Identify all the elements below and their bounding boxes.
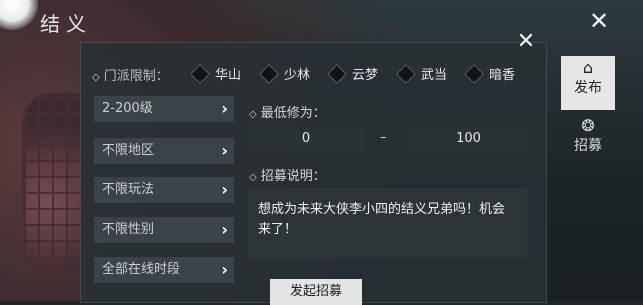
diamond-checkbox-icon [259, 63, 279, 84]
window-lattice-decoration [22, 92, 86, 276]
close-icon[interactable]: ✕ [584, 6, 614, 36]
gender-dropdown[interactable]: 不限性别 › [94, 217, 234, 243]
sect-option-shaolin[interactable]: 少林 [259, 63, 310, 84]
pavilion-icon: ⌂ [582, 58, 594, 77]
recruit-desc-label: ◇ 招募说明： [249, 169, 326, 184]
min-level-label: ◇ 最低修为： [249, 106, 326, 121]
chevron-right-icon: › [221, 220, 228, 239]
playstyle-dropdown[interactable]: 不限玩法 › [94, 177, 234, 203]
sect-filter-label: ◇ 门派限制： [92, 69, 169, 84]
sect-option-huashan[interactable]: 华山 [190, 63, 241, 84]
diamond-checkbox-icon [396, 63, 416, 84]
page-title: 结义 [40, 12, 92, 36]
recruit-desc-textarea[interactable]: 想成为未来大侠李小四的结义兄弟吗！机会来了！ [248, 188, 527, 258]
online-time-dropdown[interactable]: 全部在线时段 › [94, 257, 234, 283]
min-level-input[interactable]: 0 [248, 126, 364, 152]
chevron-right-icon: › [221, 141, 228, 160]
bullet-icon: ◇ [92, 72, 100, 83]
chevron-right-icon: › [221, 180, 228, 199]
diamond-checkbox-icon [327, 63, 347, 84]
start-recruit-button[interactable]: 发起招募 [270, 279, 362, 305]
panel-close-icon[interactable]: ✕ [512, 28, 540, 56]
max-level-input[interactable]: 100 [410, 126, 527, 152]
bullet-icon: ◇ [249, 172, 257, 183]
diamond-checkbox-icon [464, 63, 484, 84]
region-dropdown[interactable]: 不限地区 › [94, 138, 234, 164]
tab-recruit[interactable]: ❂ 招募 [561, 114, 615, 168]
sect-option-anxiang[interactable]: 暗香 [464, 63, 515, 84]
chevron-right-icon: › [221, 260, 228, 279]
level-range-dropdown[interactable]: 2-200级 › [94, 96, 234, 122]
tab-publish[interactable]: ⌂ 发布 [561, 56, 615, 110]
diamond-checkbox-icon [190, 63, 210, 84]
bullet-icon: ◇ [249, 109, 257, 120]
range-separator: – [380, 130, 387, 145]
swirl-icon: ❂ [581, 116, 595, 135]
chevron-right-icon: › [221, 99, 228, 118]
sect-option-yunmeng[interactable]: 云梦 [327, 63, 378, 84]
sect-option-wudang[interactable]: 武当 [396, 63, 447, 84]
